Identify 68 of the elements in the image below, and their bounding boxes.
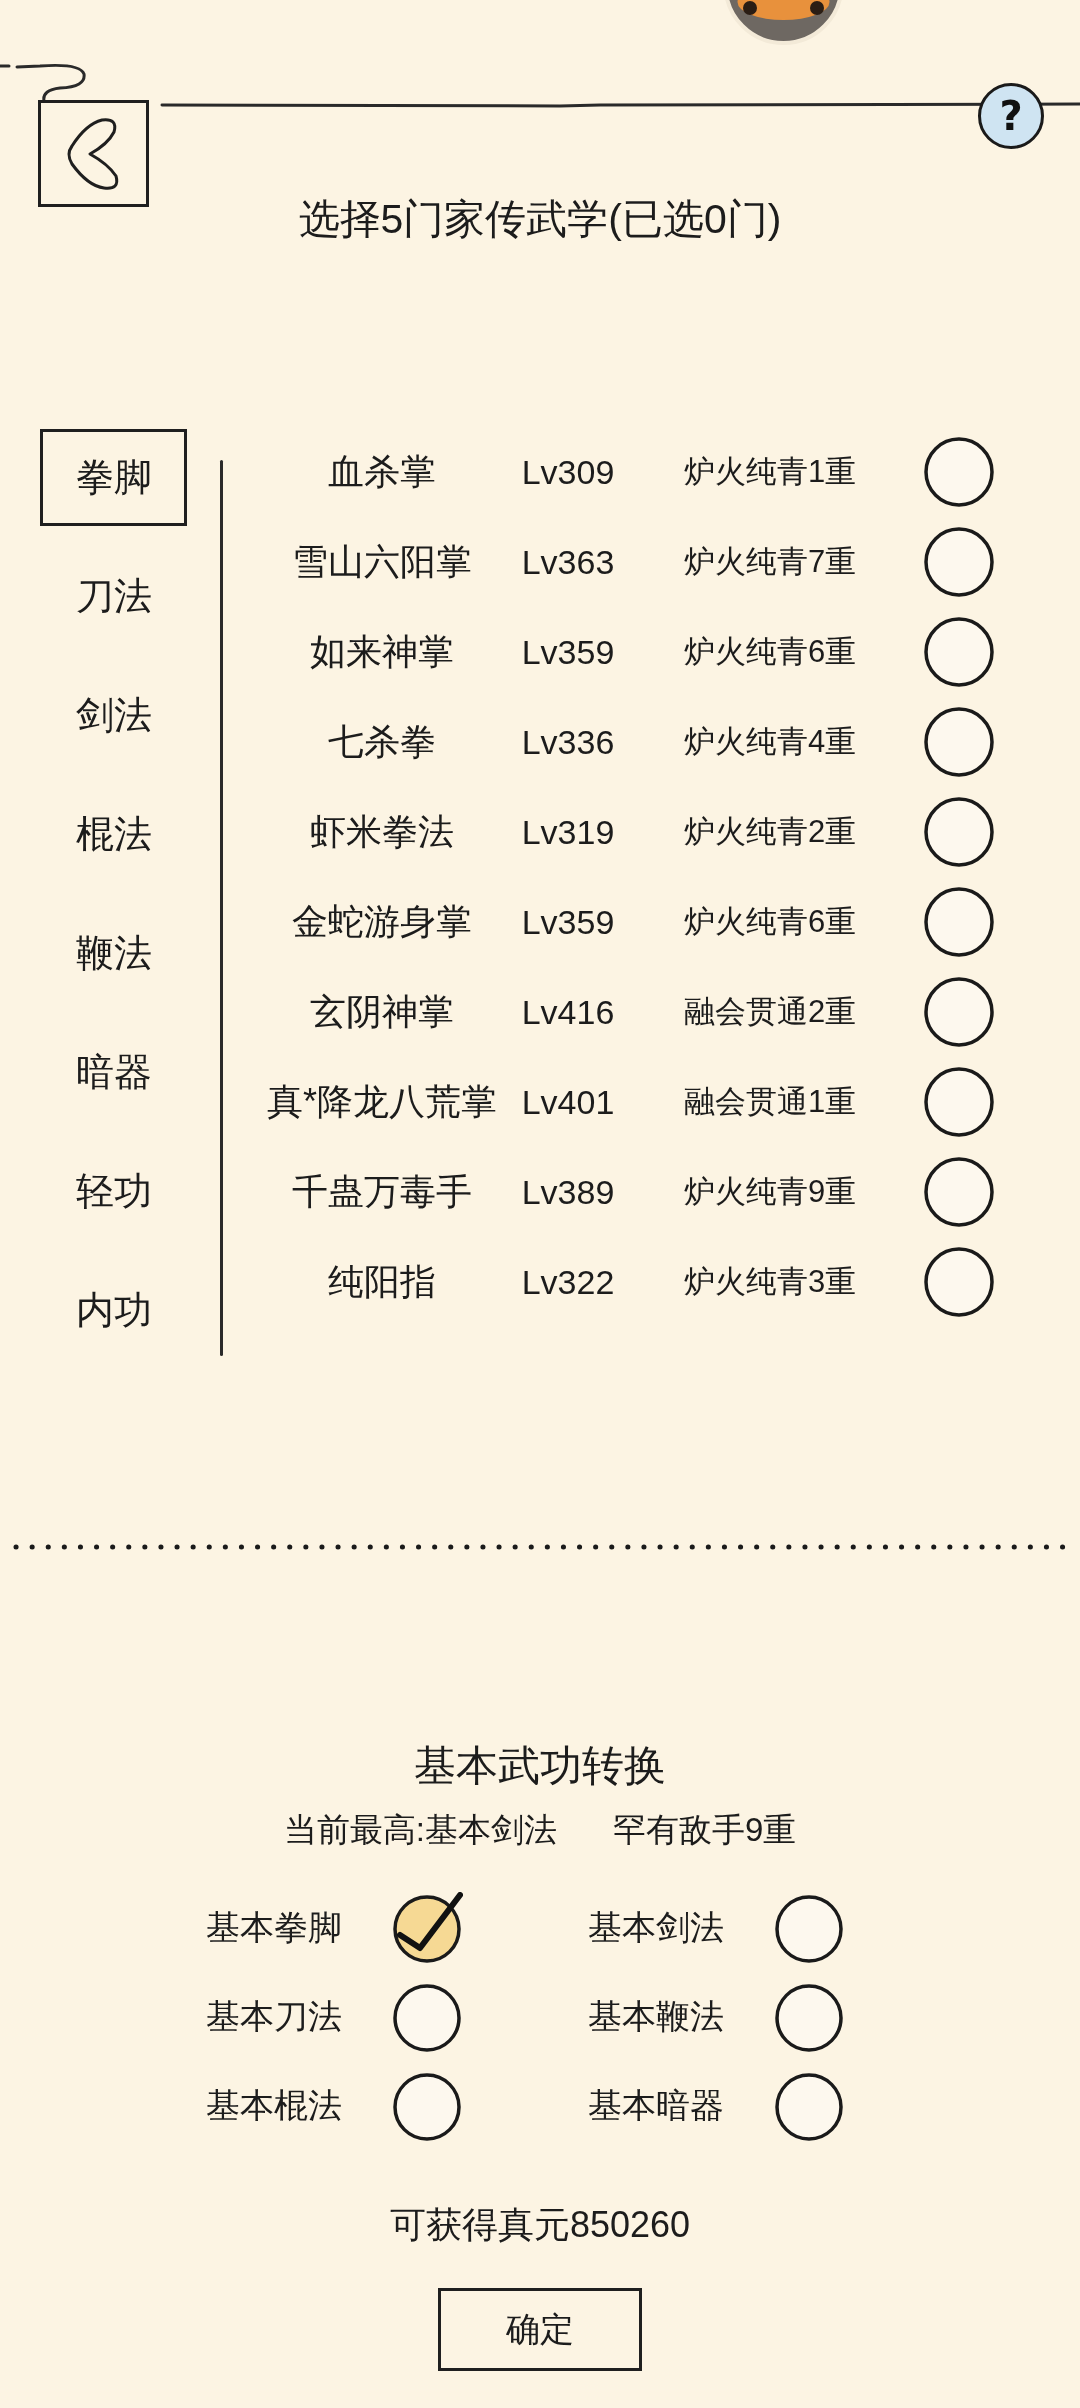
skill-realm: 炉火纯青3重 [683,1263,857,1301]
skill-level: Lv309 [521,452,615,492]
option-label: 基本棍法 [206,2085,343,2126]
skill-level: Lv336 [521,722,615,762]
skill-name: 纯阳指 [328,1259,436,1304]
category-tab[interactable]: 轻功 [40,1143,187,1240]
page-title: 选择5门家传武学(已选0门) [298,195,782,243]
skill-level: Lv401 [521,1082,615,1122]
radio-button[interactable] [923,706,995,778]
checkbox[interactable] [773,1981,845,2053]
reward-text: 可获得真元850260 [389,2203,691,2247]
skill-realm: 融会贯通2重 [683,993,857,1031]
skill-level: Lv319 [521,812,615,852]
option-label: 基本鞭法 [588,1996,725,2037]
skill-level: Lv389 [521,1172,615,1212]
option-label: 基本暗器 [588,2085,725,2126]
option-label: 基本剑法 [588,1907,725,1948]
checkbox[interactable] [391,1892,463,1964]
radio-button[interactable] [923,1246,995,1318]
checkbox[interactable] [391,1981,463,2053]
radio-button[interactable] [923,436,995,508]
option-label: 基本刀法 [206,1996,343,2037]
skill-name: 千蛊万毒手 [292,1169,472,1214]
checkbox[interactable] [773,2070,845,2142]
skill-level: Lv359 [521,632,615,672]
skill-realm: 炉火纯青9重 [683,1173,857,1211]
category-tab[interactable]: 拳脚 [40,429,187,526]
current-realm-text: 罕有敌手9重 [612,1810,797,1850]
current-best-text: 当前最高:基本剑法 [283,1810,557,1850]
skill-name: 血杀掌 [328,449,436,494]
skill-level: Lv363 [521,542,615,582]
category-tab[interactable]: 棍法 [40,786,187,883]
skill-name: 雪山六阳掌 [292,539,472,584]
category-tab[interactable]: 鞭法 [40,905,187,1002]
radio-button[interactable] [923,1156,995,1228]
skill-name: 金蛇游身掌 [292,899,472,944]
option-label: 基本拳脚 [206,1907,343,1948]
skill-realm: 炉火纯青4重 [683,723,857,761]
skill-realm: 融会贯通1重 [683,1083,857,1121]
skill-realm: 炉火纯青6重 [683,903,857,941]
skill-level: Lv322 [521,1262,615,1302]
help-button[interactable]: ? [978,83,1044,149]
skill-realm: 炉火纯青1重 [683,453,857,491]
skill-name: 真*降龙八荒掌 [267,1079,497,1124]
skill-name: 七杀拳 [328,719,436,764]
radio-button[interactable] [923,886,995,958]
checkbox[interactable] [773,1892,845,1964]
radio-button[interactable] [923,976,995,1048]
category-tab[interactable]: 内功 [40,1262,187,1359]
skill-level: Lv416 [521,992,615,1032]
back-button[interactable] [38,100,149,207]
radio-button[interactable] [923,1066,995,1138]
category-tab[interactable]: 暗器 [40,1024,187,1121]
category-tab[interactable]: 刀法 [40,548,187,645]
radio-button[interactable] [923,526,995,598]
skill-realm: 炉火纯青7重 [683,543,857,581]
skill-realm: 炉火纯青6重 [683,633,857,671]
category-tab[interactable]: 剑法 [40,667,187,764]
radio-button[interactable] [923,796,995,868]
skill-realm: 炉火纯青2重 [683,813,857,851]
section-title: 基本武功转换 [414,1741,666,1791]
skill-level: Lv359 [521,902,615,942]
confirm-button[interactable]: 确定 [438,2288,642,2371]
skill-name: 玄阴神掌 [310,989,454,1034]
skill-name: 虾米拳法 [310,809,454,854]
skill-name: 如来神掌 [310,629,454,674]
checkbox[interactable] [391,2070,463,2142]
radio-button[interactable] [923,616,995,688]
